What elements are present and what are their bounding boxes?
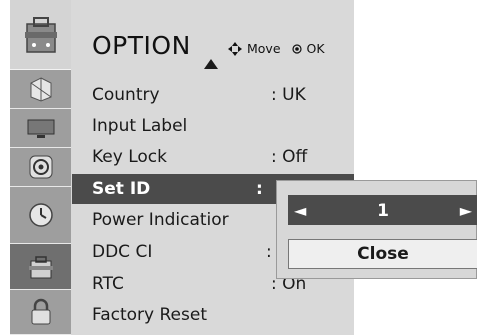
scroll-up-arrow-icon[interactable] bbox=[204, 59, 218, 69]
close-button[interactable]: Close bbox=[288, 239, 477, 269]
menu-item-value: : UK bbox=[271, 85, 306, 105]
menu-item-label: Country bbox=[92, 85, 160, 105]
set-id-value: 1 bbox=[377, 201, 389, 221]
menu-item-key-lock[interactable]: Key Lock : Off bbox=[72, 142, 354, 172]
screen-icon bbox=[27, 119, 54, 138]
menu-item-label: DDC CI bbox=[92, 242, 153, 262]
picture-icon bbox=[30, 77, 51, 102]
option-header-icon bbox=[10, 0, 71, 70]
menu-item-label: Key Lock bbox=[92, 147, 167, 167]
sidebar-item-option[interactable] bbox=[10, 244, 71, 290]
set-id-popup: ◄ 1 ► Close bbox=[276, 180, 477, 279]
toolbox-icon bbox=[24, 16, 57, 53]
set-id-stepper[interactable]: ◄ 1 ► bbox=[288, 195, 477, 225]
menu-title: OPTION bbox=[92, 31, 191, 60]
sidebar-item-picture[interactable] bbox=[10, 70, 71, 109]
sidebar-item-time[interactable] bbox=[10, 187, 71, 244]
menu-item-factory-reset[interactable]: Factory Reset bbox=[72, 300, 354, 330]
menu-item-value: : bbox=[256, 179, 263, 199]
menu-item-label: Power Indicatior bbox=[92, 210, 229, 230]
move-arrows-icon bbox=[228, 41, 242, 56]
menu-item-value: : bbox=[266, 242, 272, 262]
increase-arrow-icon[interactable]: ► bbox=[460, 201, 472, 220]
sidebar-item-screen[interactable] bbox=[10, 109, 71, 148]
menu-item-label: Set ID bbox=[92, 179, 151, 199]
ok-hint-label: OK bbox=[306, 41, 325, 56]
lock-icon bbox=[31, 298, 50, 325]
menu-item-label: RTC bbox=[92, 274, 124, 294]
menu-item-country[interactable]: Country : UK bbox=[72, 80, 354, 110]
option-icon bbox=[28, 255, 53, 278]
menu-item-label: Factory Reset bbox=[92, 305, 207, 325]
navigation-hint: Move OK bbox=[228, 41, 325, 56]
menu-item-value: : Off bbox=[271, 147, 308, 167]
audio-icon bbox=[29, 155, 52, 179]
menu-item-input-label[interactable]: Input Label bbox=[72, 111, 354, 141]
sidebar-item-audio[interactable] bbox=[10, 148, 71, 187]
move-hint-label: Move bbox=[247, 41, 281, 56]
menu-item-label: Input Label bbox=[92, 116, 188, 136]
sidebar-item-lock[interactable] bbox=[10, 290, 71, 335]
time-icon bbox=[28, 203, 53, 227]
ok-button-icon bbox=[291, 43, 302, 54]
